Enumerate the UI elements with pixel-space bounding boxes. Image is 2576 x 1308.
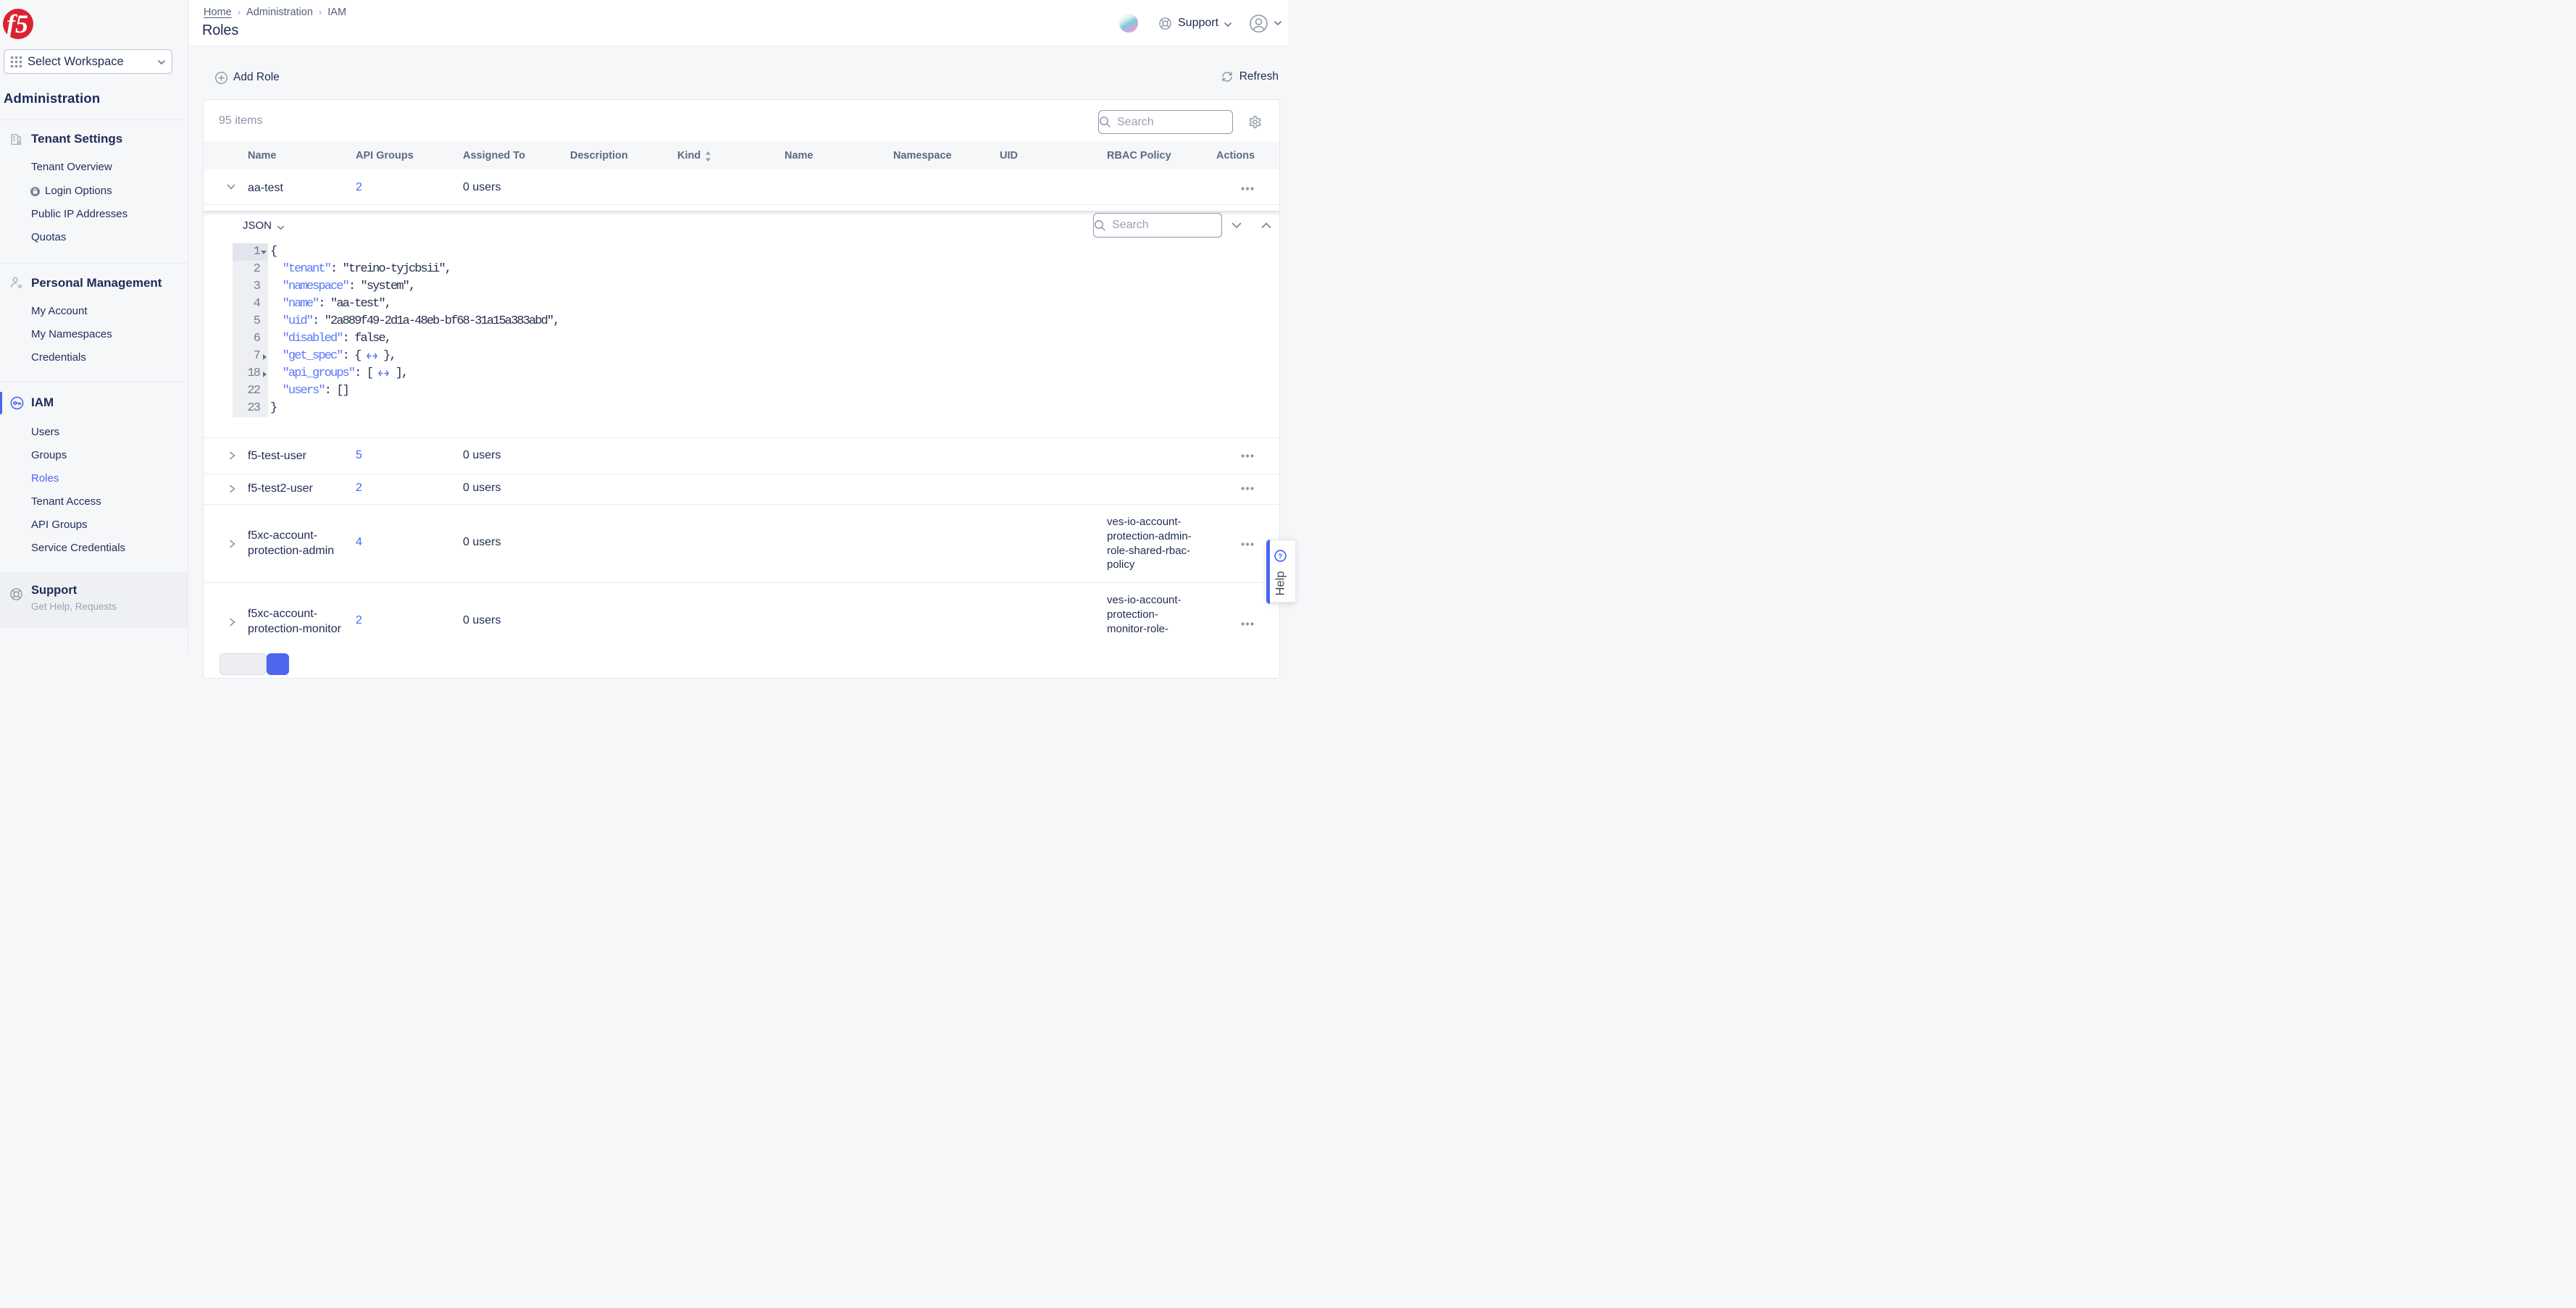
svg-text:?: ? bbox=[1278, 552, 1282, 561]
svg-text:f5: f5 bbox=[7, 9, 28, 38]
